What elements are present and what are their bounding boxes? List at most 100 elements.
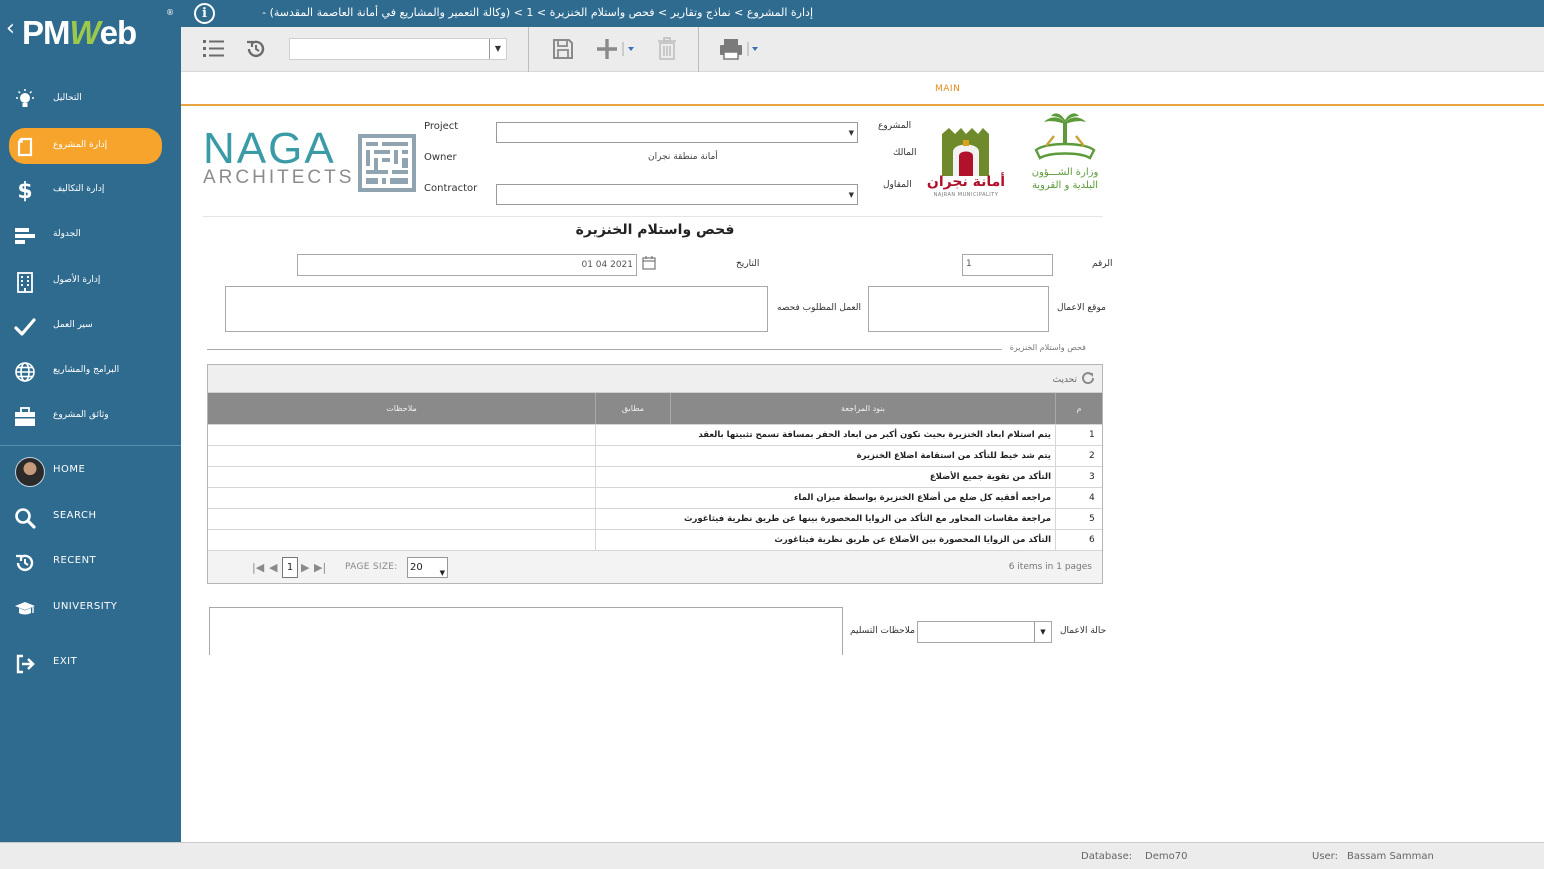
sidebar-item-analysis[interactable]: التحاليل (0, 81, 181, 117)
najran-emblem-icon (942, 128, 989, 176)
number-value: 1 (966, 259, 972, 269)
toolbar-separator (528, 27, 529, 72)
sidebar-item-label: EXIT (53, 656, 78, 667)
item-cell: يتم استلام ابعاد الخنزيرة بحيث تكون أكبر… (595, 425, 1055, 445)
item-cell: التأكد من تقوية جميع الأضلاع (595, 467, 1055, 487)
prev-page-icon[interactable]: ◀ (269, 561, 277, 574)
database-label: Database: (1081, 851, 1133, 862)
table-row[interactable]: مراجعة مقاسات المحاور مع التأكد من الزوا… (208, 508, 1102, 529)
sidebar-item-label: إدارة التكاليف (53, 184, 105, 194)
sidebar-item-label: إدارة الأصول (53, 275, 101, 285)
naga-logo-name: NAGA (203, 124, 336, 173)
sidebar-item-programs[interactable]: البرامج والمشاريع (0, 353, 181, 389)
sidebar-item-cost-management[interactable]: $ إدارة التكاليف (0, 172, 181, 208)
table-row[interactable]: التأكد من الزوايا المحصورة بين الأضلاع ع… (208, 529, 1102, 550)
notes-cell[interactable] (208, 446, 595, 466)
collapse-chevron-icon[interactable]: ‹ (6, 16, 15, 41)
column-header-num[interactable]: م (1055, 393, 1102, 424)
page-number-input[interactable]: 1 (282, 557, 298, 578)
refresh-label: تحديث (1052, 374, 1077, 385)
save-icon[interactable] (550, 37, 576, 61)
history-icon[interactable] (243, 37, 269, 61)
work-request-textarea[interactable] (225, 286, 768, 332)
najran-municipality-logo: أمانة نجران NAJRAN MUNICIPALITY (925, 126, 1007, 201)
najran-logo-sub: NAJRAN MUNICIPALITY (933, 192, 999, 198)
notes-cell[interactable] (208, 509, 595, 529)
contractor-dropdown[interactable]: ▼ (496, 184, 858, 205)
sidebar-item-university[interactable]: UNIVERSITY (0, 590, 181, 626)
naga-architects-logo: NAGA ARCHITECTS (203, 124, 354, 188)
column-header-match[interactable]: مطابق (595, 393, 670, 424)
notes-cell[interactable] (208, 425, 595, 445)
user-label: User: (1312, 851, 1338, 862)
sidebar-item-home[interactable]: HOME (0, 453, 181, 489)
sidebar-item-workflow[interactable]: سير العمل (0, 308, 181, 344)
sidebar-item-scheduling[interactable]: الجدولة (0, 217, 181, 253)
table-row[interactable]: يتم استلام ابعاد الخنزيرة بحيث تكون أكبر… (208, 424, 1102, 445)
page-size-dropdown[interactable]: 20 ▼ (407, 557, 448, 578)
sidebar-item-label: إدارة المشروع (53, 140, 108, 150)
grid-toolbar: تحديث (208, 365, 1102, 393)
page-size-value: 20 (410, 562, 423, 573)
sidebar-item-exit[interactable]: EXIT (0, 645, 181, 681)
add-icon[interactable] (595, 37, 641, 61)
chevron-down-icon[interactable]: ▼ (489, 39, 506, 59)
work-status-dropdown[interactable]: ▼ (917, 621, 1052, 643)
table-row[interactable]: مراجعه أفقيه كل ضلع من أضلاع الخنزيرة بو… (208, 487, 1102, 508)
owner-value: أمانة منطقة نجران (648, 152, 718, 162)
tab-main[interactable]: MAIN (181, 72, 1544, 106)
column-header-notes[interactable]: ملاحظات (208, 393, 595, 424)
refresh-button[interactable]: تحديث (1053, 371, 1095, 388)
najran-logo-text: أمانة نجران (926, 174, 1006, 190)
handover-notes-textarea[interactable] (209, 607, 843, 655)
date-value: 01 04 2021 (581, 260, 633, 270)
notes-cell[interactable] (208, 530, 595, 550)
num-cell: 4 (1055, 488, 1102, 508)
num-cell: 1 (1055, 425, 1102, 445)
table-row[interactable]: التأكد من تقوية جميع الأضلاع 3 (208, 466, 1102, 487)
last-page-icon[interactable]: ▶| (314, 561, 326, 574)
sidebar-item-search[interactable]: SEARCH (0, 499, 181, 535)
briefcase-icon (14, 406, 36, 428)
print-icon[interactable] (718, 37, 764, 61)
sidebar-item-project-documents[interactable]: وثائق المشروع (0, 398, 181, 434)
sidebar-item-asset-management[interactable]: إدارة الأصول (0, 263, 181, 299)
notes-cell[interactable] (208, 467, 595, 487)
info-icon[interactable]: i (194, 3, 215, 24)
section-header: فحص واستلام الخنزيرة (207, 343, 1102, 355)
database-value: Demo70 (1145, 851, 1188, 862)
record-selector-dropdown[interactable]: ▼ (289, 38, 507, 60)
number-label: الرقم (1092, 259, 1113, 269)
calendar-icon[interactable] (642, 256, 656, 270)
sidebar-item-project-management[interactable]: إدارة المشروع (9, 128, 162, 164)
table-row[interactable]: يتم شد خيط للتأكد من استقامة اضلاع الخنز… (208, 445, 1102, 466)
first-page-icon[interactable]: |◀ (252, 561, 264, 574)
notes-cell[interactable] (208, 488, 595, 508)
breadcrumb[interactable]: إدارة المشروع > نماذج وتقارير > فحص واست… (233, 6, 813, 19)
pmweb-logo[interactable]: ‹ PMWeb ® (6, 6, 176, 51)
number-input[interactable]: 1 (962, 254, 1053, 276)
work-location-textarea[interactable] (868, 286, 1049, 332)
chevron-down-icon[interactable]: ▼ (440, 564, 445, 583)
item-cell: مراجعة مقاسات المحاور مع التأكد من الزوا… (595, 509, 1055, 529)
date-input[interactable]: 01 04 2021 (297, 254, 637, 276)
sidebar-item-recent[interactable]: RECENT (0, 544, 181, 580)
delete-icon[interactable] (655, 37, 679, 61)
sidebar-divider (0, 445, 181, 446)
work-location-label: موقع الاعمال (1057, 303, 1106, 313)
ministry-logo-line1: وزارة الشـــؤون (1031, 167, 1099, 178)
chevron-down-icon[interactable]: ▼ (849, 129, 854, 137)
chevron-down-icon[interactable]: ▼ (1034, 622, 1051, 642)
owner-label-ar: المالك (893, 148, 917, 158)
search-icon (14, 507, 36, 529)
breadcrumb-bar: i إدارة المشروع > نماذج وتقارير > فحص وا… (181, 0, 1544, 27)
project-label: Project (424, 121, 459, 132)
next-page-icon[interactable]: ▶ (301, 561, 309, 574)
list-icon[interactable] (201, 37, 227, 61)
page-size-label: PAGE SIZE: (345, 562, 398, 572)
chevron-down-icon[interactable]: ▼ (849, 191, 854, 199)
toolbar-separator (698, 27, 699, 72)
checkmark-icon (14, 316, 36, 338)
column-header-item[interactable]: بنود المراجعة (670, 393, 1055, 424)
project-dropdown[interactable]: ▼ (496, 122, 858, 143)
